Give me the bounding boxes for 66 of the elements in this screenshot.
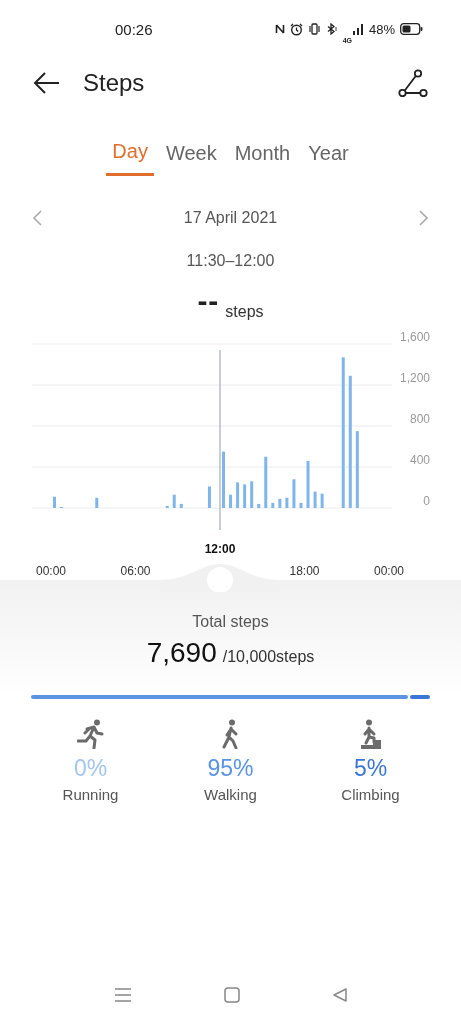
- y-axis-label: 1,200: [399, 371, 430, 385]
- back-icon[interactable]: [331, 987, 348, 1003]
- y-axis-label: 1,600: [399, 330, 430, 344]
- step-bar: [229, 494, 233, 508]
- date-label: 17 April 2021: [183, 209, 278, 227]
- step-bar: [53, 496, 56, 508]
- x-axis-label: 18:00: [289, 564, 320, 578]
- alarm-icon: [289, 22, 303, 36]
- step-bar: [306, 460, 310, 508]
- y-axis-label: 800: [409, 412, 430, 426]
- step-bar: [271, 502, 275, 508]
- status-time: 00:26: [115, 20, 154, 38]
- step-bar: [278, 498, 282, 508]
- x-axis-label: 00:00: [374, 564, 404, 578]
- activity-percent: 0%: [73, 755, 108, 782]
- activity-label: Running: [62, 786, 119, 803]
- period-tab[interactable]: Day: [106, 136, 154, 176]
- activity-percent: 95%: [207, 755, 254, 782]
- bluetooth-icon: [325, 23, 338, 35]
- nfc-icon: [274, 23, 285, 35]
- step-reading: --: [197, 284, 220, 318]
- running-figure-icon: [76, 719, 105, 749]
- step-bar: [299, 502, 303, 508]
- step-bar: [243, 484, 247, 508]
- step-bar: [285, 497, 289, 508]
- step-bar: [222, 451, 225, 508]
- step-bar: [313, 491, 317, 508]
- x-axis-label: 06:00: [120, 564, 151, 578]
- vibrate-icon: [307, 23, 321, 35]
- period-tab[interactable]: Week: [159, 136, 223, 176]
- signal-icon: [352, 23, 364, 35]
- next-chevron-icon[interactable]: [419, 210, 429, 226]
- back-arrow-icon[interactable]: [33, 71, 61, 95]
- step-bar: [179, 503, 183, 508]
- step-goal: /10,000steps: [222, 648, 315, 666]
- total-steps-value: 7,690: [146, 637, 217, 669]
- home-icon[interactable]: [223, 987, 240, 1003]
- total-steps-label: Total steps: [192, 613, 269, 631]
- menu-icon[interactable]: [113, 987, 132, 1003]
- step-unit: steps: [225, 303, 264, 321]
- time-range: 11:30–12:00: [185, 252, 276, 270]
- period-tab[interactable]: Month: [228, 136, 297, 176]
- step-bar: [292, 479, 296, 508]
- step-bar: [250, 481, 254, 508]
- y-axis-label: 400: [409, 453, 430, 467]
- climbing-stairs-icon: [358, 719, 383, 749]
- step-bar: [236, 482, 240, 508]
- battery-icon: [400, 23, 423, 35]
- connected-nodes-icon[interactable]: [398, 69, 428, 97]
- y-axis-label: 0: [423, 494, 430, 508]
- step-bar: [207, 486, 211, 508]
- previous-chevron-icon[interactable]: [32, 210, 42, 226]
- step-bar: [95, 497, 99, 508]
- x-axis-label: 00:00: [36, 564, 66, 578]
- cursor-time-label: 12:00: [204, 542, 236, 556]
- step-bar: [264, 456, 268, 508]
- activity-percent: 5%: [353, 755, 388, 782]
- step-bar: [320, 493, 324, 508]
- battery-percent: 48%: [368, 21, 395, 37]
- activity-label: Climbing: [341, 786, 400, 803]
- step-bar: [172, 494, 176, 508]
- step-bar: [257, 503, 261, 508]
- period-tab[interactable]: Year: [302, 136, 355, 176]
- page-title: Steps: [83, 69, 146, 97]
- step-bar: [165, 505, 169, 508]
- activity-label: Walking: [204, 786, 257, 803]
